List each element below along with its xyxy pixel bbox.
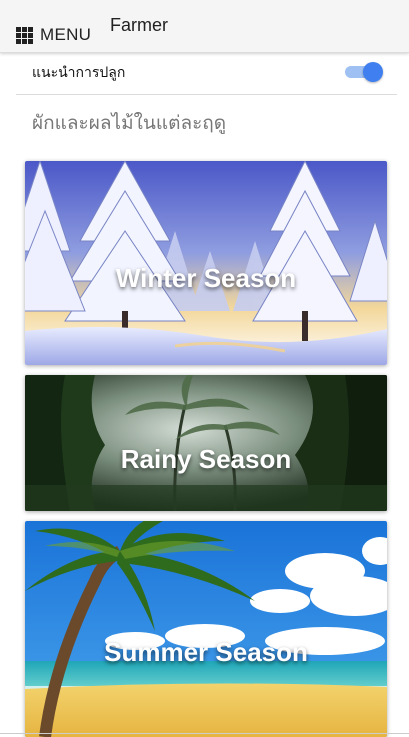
summer-season-title: Summer Season — [104, 637, 308, 667]
rainforest-image — [25, 375, 387, 511]
planting-recommendation-label: แนะนำการปลูก — [32, 64, 126, 80]
menu-button[interactable]: MENU — [16, 24, 91, 46]
planting-recommendation-toggle[interactable] — [345, 61, 383, 82]
menu-label: MENU — [40, 25, 92, 44]
toggle-thumb — [363, 62, 383, 82]
winter-season-card[interactable]: Winter Season — [25, 161, 387, 365]
top-app-bar: MENU Farmer — [0, 0, 409, 53]
apps-grid-icon — [16, 26, 33, 44]
planting-recommendation-row: แนะนำการปลูก — [16, 52, 397, 95]
bottom-divider — [0, 733, 409, 734]
app-title: Farmer — [110, 15, 168, 35]
rainy-season-title: Rainy Season — [120, 444, 292, 474]
summer-season-card[interactable]: Summer Season — [25, 521, 387, 737]
beach-image — [25, 521, 387, 737]
section-heading: ผักและผลไม้ในแต่ละฤดู — [32, 113, 227, 134]
rainy-season-card[interactable]: Rainy Season — [25, 375, 387, 511]
winter-season-title: Winter Season — [115, 263, 297, 293]
